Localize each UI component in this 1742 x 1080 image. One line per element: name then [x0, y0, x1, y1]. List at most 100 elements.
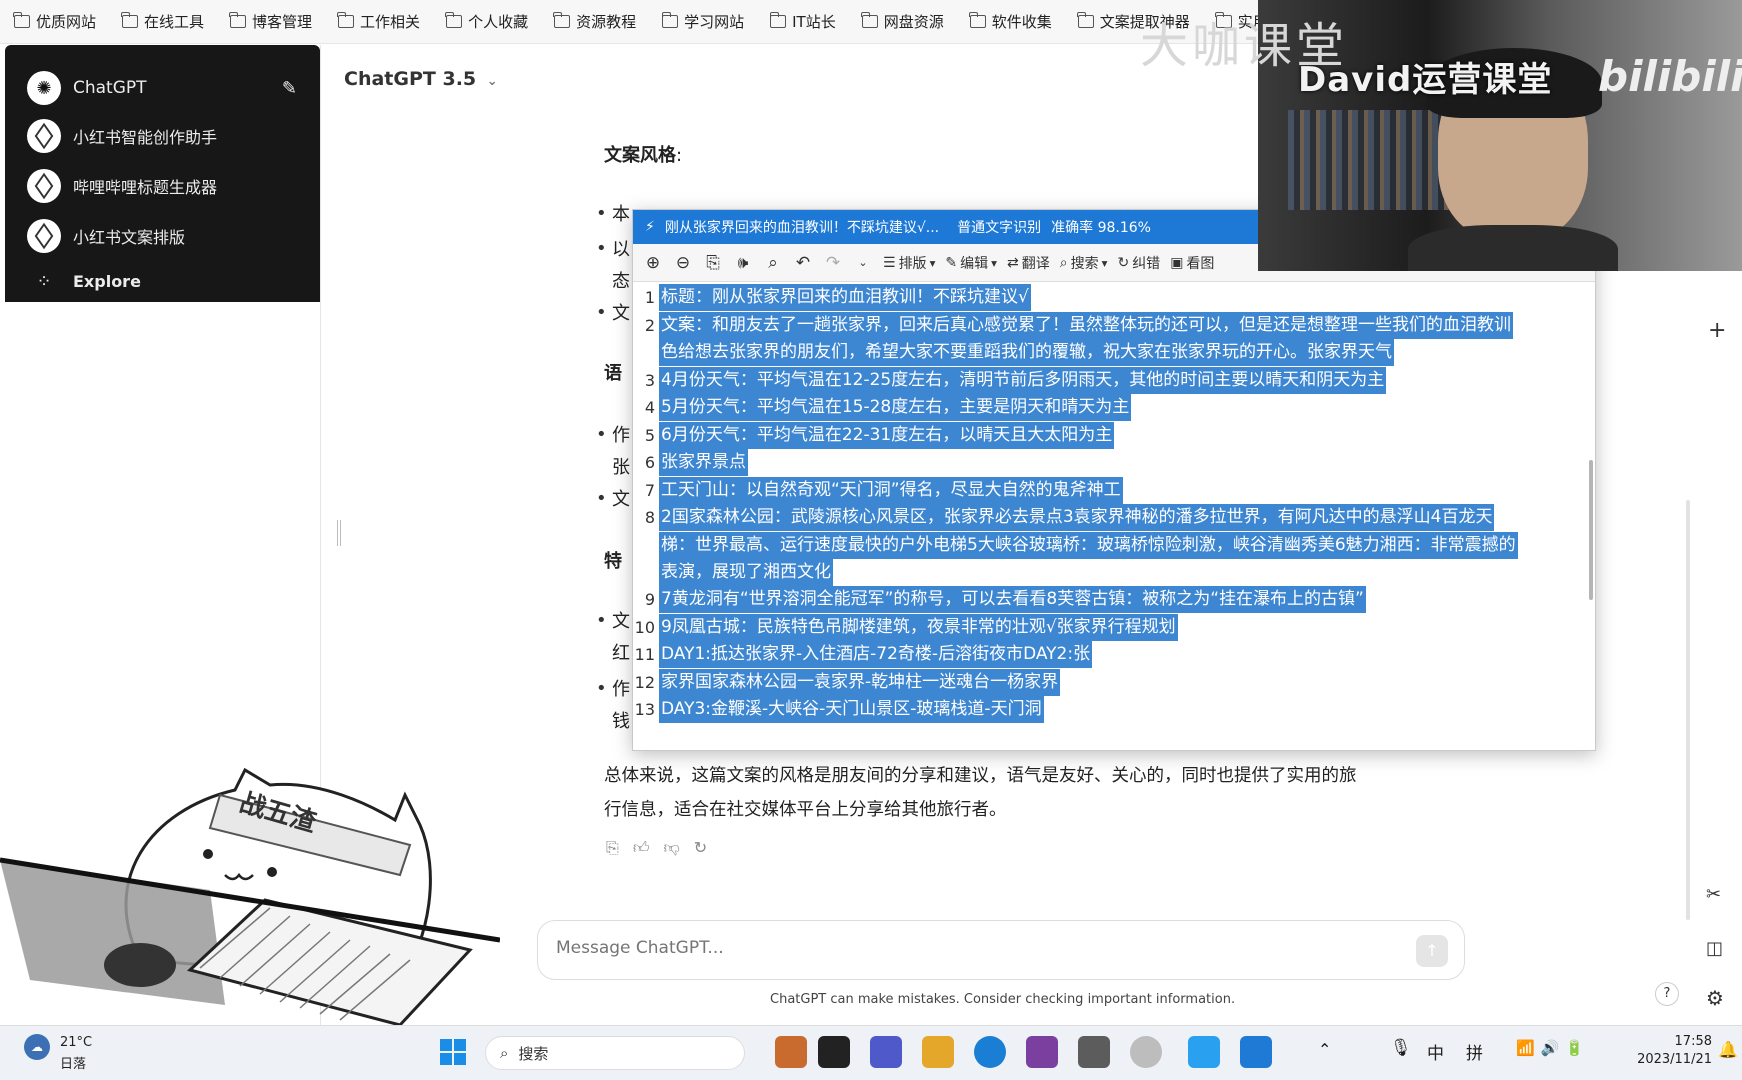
bookmark-folder[interactable]: 博客管理	[229, 11, 312, 32]
file-explorer-icon[interactable]	[922, 1036, 954, 1068]
screenshot-icon[interactable]: ✂	[1706, 884, 1721, 905]
ocr-text-line[interactable]: 5月份天气：平均气温在15-28度左右，主要是阴天和晴天为主	[659, 394, 1132, 421]
taskbar-app-icon[interactable]	[818, 1036, 850, 1068]
copy-icon[interactable]: ⎘	[703, 253, 723, 273]
ocr-text-line[interactable]: 6月份天气：平均气温在22-31度左右，以晴天且大太阳为主	[659, 422, 1115, 449]
edit-button[interactable]: ✎ 编辑 ▾	[945, 253, 997, 273]
teams-icon[interactable]	[870, 1036, 902, 1068]
ocr-text-line[interactable]: DAY1:抵达张家界-入住酒店-72奇楼-后溶街夜市DAY2:张	[659, 641, 1093, 668]
ocr-text-line[interactable]: 标题：刚从张家界回来的血泪教训！不踩坑建议√	[659, 284, 1031, 311]
ocr-window[interactable]: ⚡ 刚从张家界回来的血泪教训！不踩坑建议√... 普通文字识别 准确率 98.1…	[632, 209, 1596, 751]
ocr-line-number: 7	[644, 481, 655, 500]
translate-button[interactable]: ⇄ 翻译	[1007, 253, 1050, 273]
settings-gear-icon[interactable]: ⚙	[1706, 986, 1724, 1010]
edge-browser-icon[interactable]	[974, 1036, 1006, 1068]
ocr-scrollbar[interactable]	[1589, 460, 1593, 600]
redo-icon[interactable]: ↷	[823, 253, 843, 273]
correct-button[interactable]: ↻ 纠错	[1117, 253, 1160, 273]
sidebar-item-label: 哔哩哔哩标题生成器	[73, 178, 218, 197]
cat-keyboard-sticker: 战五渣	[0, 767, 500, 1025]
bookmark-folder[interactable]: 个人收藏	[445, 11, 528, 32]
taskbar-app-icon[interactable]	[1188, 1036, 1220, 1068]
message-composer[interactable]: ↑	[537, 920, 1465, 980]
ocr-text-line[interactable]: DAY3:金鞭溪-大峡谷-天门山景区-玻璃栈道-天门洞	[659, 696, 1044, 723]
ocr-text-line[interactable]: 表演，展现了湘西文化	[659, 559, 833, 586]
bookmark-folder[interactable]: 软件收集	[969, 11, 1052, 32]
copy-icon[interactable]: ⎘	[606, 838, 619, 858]
ocr-text-line[interactable]: 4月份天气：平均气温在12-25度左右，清明节前后多阴雨天，其他的时间主要以晴天…	[659, 367, 1387, 394]
ocr-text-area[interactable]: 1 标题：刚从张家界回来的血泪教训！不踩坑建议√ 2 文案：和朋友去了一趟张家界，回来…	[633, 284, 1595, 750]
sidebar-item-xhs-layout[interactable]: 小红书文案排版	[27, 219, 297, 253]
clock-time[interactable]: 17:58	[1656, 1034, 1712, 1049]
search-icon[interactable]: ⌕	[763, 253, 783, 273]
bookmark-folder[interactable]: 网盘资源	[861, 11, 944, 32]
help-icon[interactable]: ?	[1655, 982, 1679, 1006]
clock-date[interactable]: 2023/11/21	[1616, 1052, 1712, 1067]
ocr-mode: 普通文字识别	[957, 220, 1042, 236]
ocr-line-number: 1	[644, 288, 655, 307]
zoom-in-icon[interactable]: ⊕	[643, 253, 663, 273]
ocr-accuracy: 准确率 98.16%	[1051, 220, 1151, 236]
ocr-text-line[interactable]: 9凤凰古城：民族特色吊脚楼建筑，夜景非常的壮观√张家界行程规划	[659, 614, 1178, 641]
taskbar-search[interactable]: ⌕ 搜索	[485, 1036, 745, 1070]
ocr-app-icon: ⚡	[645, 219, 655, 235]
send-button[interactable]: ↑	[1416, 935, 1448, 967]
regenerate-icon[interactable]: ↻	[694, 838, 707, 858]
ocr-text-line[interactable]: 家界国家森林公园一袁家界-乾坤柱一迷魂台一杨家界	[659, 669, 1061, 696]
taskbar-app-icon[interactable]	[775, 1036, 807, 1068]
ocr-line-number: 12	[634, 673, 655, 692]
ocr-text-line[interactable]: 2国家森林公园：武陵源核心风景区，张家界必去景点3袁家界神秘的潘多拉世界，有阿凡…	[659, 504, 1495, 531]
zoom-out-icon[interactable]: ⊖	[673, 253, 693, 273]
microphone-icon[interactable]: 🎙	[1390, 1038, 1412, 1058]
taskbar-app-icon[interactable]	[1130, 1036, 1162, 1068]
undo-icon[interactable]: ↶	[793, 253, 813, 273]
weather-icon[interactable]: ☁	[24, 1034, 50, 1060]
ocr-line-number: 6	[644, 453, 655, 472]
system-tray-icons[interactable]: 📶🔊🔋	[1516, 1039, 1590, 1057]
bookmark-folder[interactable]: IT站长	[769, 11, 836, 32]
windows-start-icon[interactable]	[440, 1039, 466, 1065]
chevron-up-icon[interactable]: ⌃	[1318, 1040, 1331, 1059]
ocr-text-line[interactable]: 文案：和朋友去了一趟张家界，回来后真心感觉累了！虽然整体玩的还可以，但是还是想整…	[659, 312, 1513, 339]
search-button[interactable]: ⌕ 搜索 ▾	[1060, 253, 1108, 273]
thumbs-down-icon[interactable]: 👎︎	[664, 838, 680, 858]
notification-bell-icon[interactable]: 🔔	[1718, 1040, 1738, 1059]
ime-mode[interactable]: 中	[1427, 1039, 1444, 1064]
bookmark-folder[interactable]: 工作相关	[337, 11, 420, 32]
layout-button[interactable]: ☰ 排版 ▾	[883, 253, 935, 273]
grid-icon: ⁘	[36, 271, 52, 292]
ocr-text-line[interactable]: 张家界景点	[659, 449, 748, 476]
edit-icon[interactable]: ✎	[282, 78, 297, 99]
bookmark-folder[interactable]: 学习网站	[661, 11, 744, 32]
ocr-text-line[interactable]: 色给想去张家界的朋友们，希望大家不要重蹈我们的覆辙，祝大家在张家界玩的开心。张家…	[659, 339, 1394, 366]
new-chat-row[interactable]: ✺ ChatGPT ✎	[27, 71, 297, 105]
ime-pinyin[interactable]: 拼	[1466, 1039, 1483, 1064]
bullet-text: 本	[612, 204, 630, 225]
sidebar-toggle-icon[interactable]: ◫	[1706, 938, 1723, 959]
sidebar-explore[interactable]: ⁘ Explore	[27, 271, 297, 292]
main-scrollbar[interactable]	[1686, 500, 1690, 920]
plus-icon[interactable]: +	[1708, 318, 1726, 343]
ocr-text-line[interactable]: 7黄龙洞有“世界溶洞全能冠军”的称号，可以去看看8芙蓉古镇：被称之为“挂在瀑布上…	[659, 586, 1366, 613]
taskbar-app-icon[interactable]	[1026, 1036, 1058, 1068]
sidebar-brand: ChatGPT	[73, 78, 147, 98]
bookmark-folder[interactable]: 资源教程	[553, 11, 636, 32]
resize-handle[interactable]	[337, 520, 341, 546]
sidebar-item-xhs-assistant[interactable]: 小红书智能创作助手	[27, 119, 297, 153]
bookmark-folder[interactable]: 在线工具	[121, 11, 204, 32]
folder-icon	[1077, 12, 1094, 28]
more-icon[interactable]: ⌄	[853, 253, 873, 273]
bullet-dot: •	[596, 302, 607, 323]
ocr-text-line[interactable]: 梯：世界最高、运行速度最快的户外电梯5大峡谷玻璃桥：玻璃桥惊险刺激，峡谷清幽秀美…	[659, 532, 1518, 559]
view-image-button[interactable]: ▣ 看图	[1170, 253, 1214, 273]
message-input[interactable]	[556, 938, 1356, 958]
sidebar-item-bili-title[interactable]: 哔哩哔哩标题生成器	[27, 169, 297, 203]
ocr-app-taskbar-icon[interactable]	[1240, 1036, 1272, 1068]
notepad-icon[interactable]	[1078, 1036, 1110, 1068]
speaker-icon[interactable]: 🕪	[733, 253, 753, 273]
bullet-text: 文	[612, 611, 630, 632]
thumbs-up-icon[interactable]: 👍︎	[633, 838, 650, 858]
model-selector[interactable]: ChatGPT 3.5 ⌄	[344, 68, 498, 90]
ocr-text-line[interactable]: 工天门山：以自然奇观“天门洞”得名，尽显大自然的鬼斧神工	[659, 477, 1123, 504]
bookmark-folder[interactable]: 优质网站	[13, 11, 96, 32]
